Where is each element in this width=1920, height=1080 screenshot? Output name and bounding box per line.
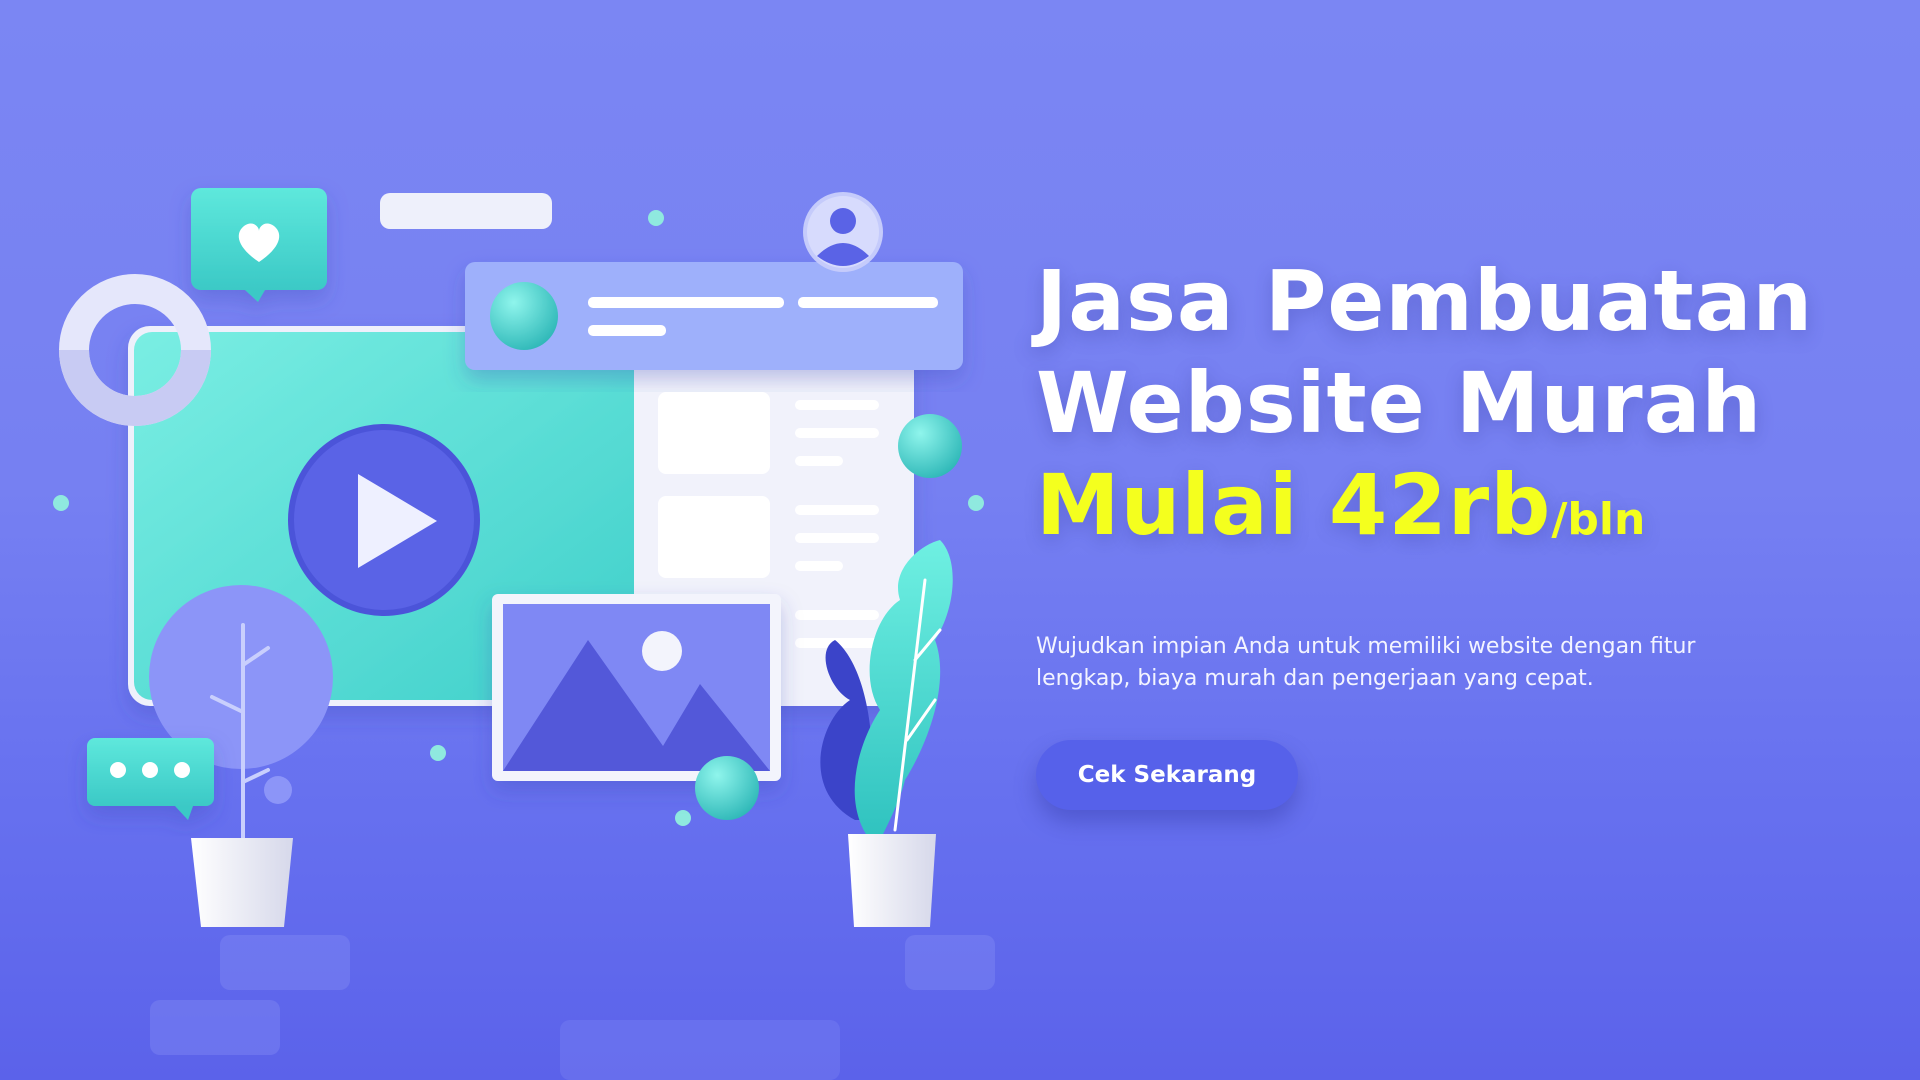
headline-line-1: Jasa Pembuatan [1036, 252, 1814, 350]
teal-sphere [898, 414, 962, 478]
headline-price-line: Mulai 42rb/bln [1036, 454, 1896, 571]
headline-line-2: Website Murah [1036, 354, 1763, 452]
hero-headline: Jasa Pembuatan Website Murah Mulai 42rb/… [1036, 250, 1896, 571]
headline-per-month: /bln [1551, 494, 1646, 545]
heart-chat-bubble-icon [191, 188, 327, 302]
left-plant-pot [191, 838, 293, 927]
teal-sphere-bottom [695, 756, 759, 820]
hero-illustration [0, 0, 1010, 1080]
floor-reflection [150, 935, 995, 1080]
right-plant-pot [848, 834, 936, 927]
illustration-svg [53, 188, 995, 1080]
user-avatar-icon [803, 192, 883, 272]
cek-sekarang-button[interactable]: Cek Sekarang [1036, 740, 1298, 810]
play-icon [288, 424, 480, 616]
profile-header-card [465, 262, 963, 370]
typing-chat-bubble-icon [87, 738, 214, 820]
image-icon [492, 594, 781, 781]
headline-price: Mulai 42rb [1036, 456, 1552, 554]
hero-description: Wujudkan impian Anda untuk memiliki webs… [1036, 634, 1696, 691]
top-pill [380, 193, 552, 229]
hero-section: Jasa Pembuatan Website Murah Mulai 42rb/… [1036, 250, 1896, 810]
